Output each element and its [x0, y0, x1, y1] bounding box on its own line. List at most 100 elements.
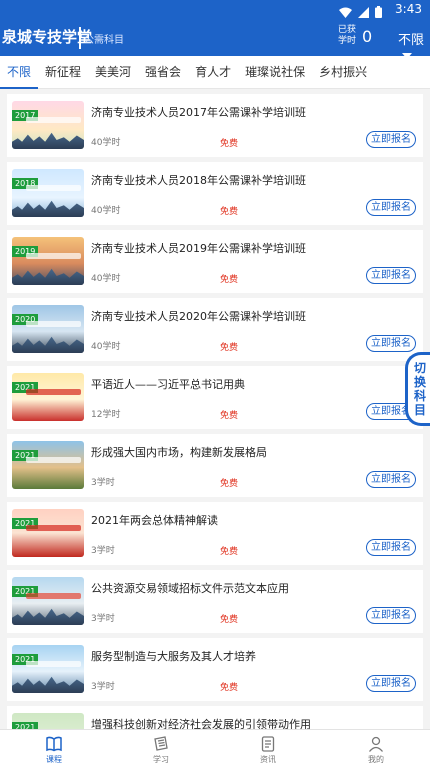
news-icon [259, 735, 277, 753]
title-divider [79, 27, 81, 49]
enroll-button[interactable]: 立即报名 [366, 607, 416, 624]
course-hours: 40学时 [91, 138, 121, 148]
course-title: 济南专业技术人员2020年公需课补学培训班 [91, 310, 306, 323]
thumbnail-caption [26, 253, 81, 259]
bottom-nav: 课程 学习 资讯 我的 [0, 729, 430, 766]
course-card[interactable]: 2021 增强科技创新对经济社会发展的引领带动作用 [7, 706, 423, 729]
course-card[interactable]: 2017 济南专业技术人员2017年公需课补学培训班 40学时 免费 立即报名 [7, 94, 423, 157]
course-thumbnail: 2018 [12, 169, 84, 217]
enroll-button[interactable]: 立即报名 [366, 267, 416, 284]
enroll-button[interactable]: 立即报名 [366, 539, 416, 556]
status-bar: 3:43 [0, 0, 430, 20]
course-thumbnail: 2021 [12, 713, 84, 729]
user-icon [367, 735, 385, 753]
earned-hours-value: 0 [362, 27, 373, 46]
course-hours: 3学时 [91, 614, 115, 624]
course-title: 增强科技创新对经济社会发展的引领带动作用 [91, 718, 311, 729]
course-card[interactable]: 2021 形成强大国内市场，构建新发展格局 3学时 免费 立即报名 [7, 434, 423, 497]
course-hours: 3学时 [91, 478, 115, 488]
skyline-image [12, 676, 84, 693]
nav-mine[interactable]: 我的 [346, 732, 406, 766]
course-hours: 12学时 [91, 410, 121, 420]
course-card[interactable]: 2019 济南专业技术人员2019年公需课补学培训班 40学时 免费 立即报名 [7, 230, 423, 293]
course-thumbnail: 2020 [12, 305, 84, 353]
tab-capital[interactable]: 强省会 [138, 56, 188, 89]
course-title: 平语近人——习近平总书记用典 [91, 378, 245, 391]
nav-news[interactable]: 资讯 [238, 732, 298, 766]
thumbnail-caption [26, 525, 81, 531]
course-fee: 免费 [220, 547, 239, 557]
course-hours: 40学时 [91, 342, 121, 352]
app-subtitle: 公需科目 [84, 35, 124, 46]
skyline-image [12, 132, 84, 149]
nav-label: 学习 [153, 755, 169, 764]
enroll-button[interactable]: 立即报名 [366, 675, 416, 692]
status-time: 3:43 [395, 2, 422, 16]
course-fee: 免费 [220, 615, 239, 625]
course-title: 公共资源交易领域招标文件示范文本应用 [91, 582, 289, 595]
enroll-button[interactable]: 立即报名 [366, 199, 416, 216]
skyline-image [12, 608, 84, 625]
course-card[interactable]: 2018 济南专业技术人员2018年公需课补学培训班 40学时 免费 立即报名 [7, 162, 423, 225]
course-fee: 免费 [220, 139, 239, 149]
course-card[interactable]: 2021 公共资源交易领域招标文件示范文本应用 3学时 免费 立即报名 [7, 570, 423, 633]
course-title: 济南专业技术人员2018年公需课补学培训班 [91, 174, 306, 187]
course-fee: 免费 [220, 275, 239, 285]
course-hours: 3学时 [91, 682, 115, 692]
nav-label: 我的 [368, 755, 384, 764]
course-thumbnail: 2021 [12, 645, 84, 693]
earned-hours-label: 已获学时 [337, 25, 356, 46]
thumbnail-caption [26, 185, 81, 191]
course-hours: 40学时 [91, 274, 121, 284]
tab-social-security[interactable]: 璀璨说社保 [238, 56, 312, 89]
skyline-image [12, 200, 84, 217]
course-thumbnail: 2021 [12, 577, 84, 625]
enroll-button[interactable]: 立即报名 [366, 335, 416, 352]
tab-talent[interactable]: 育人才 [188, 56, 238, 89]
course-title: 服务型制造与大服务及其人才培养 [91, 650, 256, 663]
course-card[interactable]: 2021 服务型制造与大服务及其人才培养 3学时 免费 立即报名 [7, 638, 423, 701]
app-header: 泉城专技学堂 公需科目 已获学时 0 不限 [0, 20, 430, 59]
thumbnail-caption [26, 593, 81, 599]
skyline-image [12, 336, 84, 353]
course-thumbnail: 2021 [12, 441, 84, 489]
course-thumbnail: 2019 [12, 237, 84, 285]
tab-rural[interactable]: 乡村振兴 [312, 56, 374, 89]
course-title: 济南专业技术人员2019年公需课补学培训班 [91, 242, 306, 255]
nav-courses[interactable]: 课程 [24, 732, 84, 766]
tab-new-journey[interactable]: 新征程 [38, 56, 88, 89]
tab-all[interactable]: 不限 [0, 56, 39, 89]
enroll-button[interactable]: 立即报名 [366, 471, 416, 488]
nav-label: 课程 [46, 755, 62, 764]
course-list: 2017 济南专业技术人员2017年公需课补学培训班 40学时 免费 立即报名 … [0, 89, 430, 729]
thumbnail-caption [26, 661, 81, 667]
course-thumbnail: 2021 [12, 373, 84, 421]
course-card[interactable]: 2020 济南专业技术人员2020年公需课补学培训班 40学时 免费 立即报名 [7, 298, 423, 361]
category-tabs: 不限 新征程 美美河 强省会 育人才 璀璨说社保 乡村振兴 [0, 56, 430, 89]
course-title: 形成强大国内市场，构建新发展格局 [91, 446, 267, 459]
course-title: 济南专业技术人员2017年公需课补学培训班 [91, 106, 306, 119]
course-fee: 免费 [220, 343, 239, 353]
study-icon [152, 735, 170, 753]
course-fee: 免费 [220, 411, 239, 421]
course-thumbnail: 2021 [12, 509, 84, 557]
course-fee: 免费 [220, 683, 239, 693]
course-card[interactable]: 2021 2021年两会总体精神解读 3学时 免费 立即报名 [7, 502, 423, 565]
nav-label: 资讯 [260, 755, 276, 764]
book-icon [45, 735, 63, 753]
course-card[interactable]: 2021 平语近人——习近平总书记用典 12学时 免费 立即报名 [7, 366, 423, 429]
course-hours: 40学时 [91, 206, 121, 216]
course-title: 2021年两会总体精神解读 [91, 514, 218, 527]
course-fee: 免费 [220, 479, 239, 489]
enroll-button[interactable]: 立即报名 [366, 131, 416, 148]
thumbnail-caption [26, 321, 81, 327]
course-fee: 免费 [220, 207, 239, 217]
nav-study[interactable]: 学习 [131, 732, 191, 766]
thumbnail-caption [26, 117, 81, 123]
tab-river[interactable]: 美美河 [88, 56, 138, 89]
switch-subject-button[interactable]: 切换科目 [405, 352, 430, 426]
year-badge: 2021 [12, 722, 39, 729]
course-thumbnail: 2017 [12, 101, 84, 149]
skyline-image [12, 268, 84, 285]
thumbnail-caption [26, 389, 81, 395]
